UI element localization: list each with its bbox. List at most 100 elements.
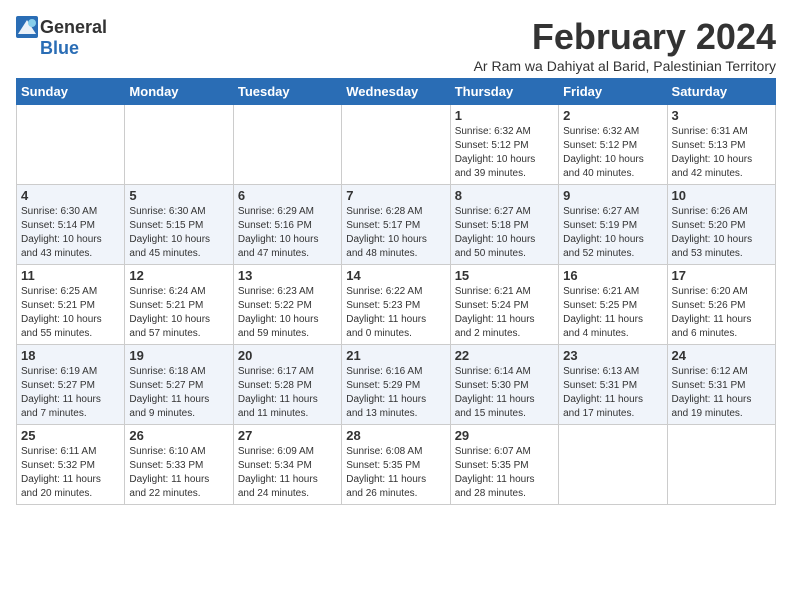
header-sunday: Sunday <box>17 79 125 105</box>
calendar-week-5: 25 Sunrise: 6:11 AMSunset: 5:32 PMDayligh… <box>17 425 776 505</box>
calendar-cell: 24 Sunrise: 6:12 AMSunset: 5:31 PMDayligh… <box>667 345 775 425</box>
day-number: 9 <box>563 188 662 203</box>
day-number: 11 <box>21 268 120 283</box>
day-info: Sunrise: 6:09 AMSunset: 5:34 PMDaylight:… <box>238 445 337 501</box>
calendar-cell: 3Sunrise: 6:31 AMSunset: 5:13 PMDaylight… <box>667 105 775 185</box>
calendar-cell: 17 Sunrise: 6:20 AMSunset: 5:26 PMDayligh… <box>667 265 775 345</box>
calendar-cell: 8 Sunrise: 6:27 AMSunset: 5:18 PMDaylight… <box>450 185 558 265</box>
calendar-cell <box>233 105 341 185</box>
day-number: 3 <box>672 108 771 123</box>
day-number: 10 <box>672 188 771 203</box>
header-monday: Monday <box>125 79 233 105</box>
day-info: Sunrise: 6:27 AMSunset: 5:18 PMDaylight:… <box>455 205 554 261</box>
calendar: SundayMondayTuesdayWednesdayThursdayFrid… <box>16 78 776 505</box>
day-number: 19 <box>129 348 228 363</box>
day-info: Sunrise: 6:29 AMSunset: 5:16 PMDaylight:… <box>238 205 337 261</box>
day-info: Sunrise: 6:11 AMSunset: 5:32 PMDaylight:… <box>21 445 120 501</box>
calendar-week-3: 11Sunrise: 6:25 AMSunset: 5:21 PMDayligh… <box>17 265 776 345</box>
day-number: 17 <box>672 268 771 283</box>
day-number: 16 <box>563 268 662 283</box>
day-number: 27 <box>238 428 337 443</box>
day-number: 12 <box>129 268 228 283</box>
calendar-cell: 9 Sunrise: 6:27 AMSunset: 5:19 PMDaylight… <box>559 185 667 265</box>
calendar-cell: 27 Sunrise: 6:09 AMSunset: 5:34 PMDayligh… <box>233 425 341 505</box>
day-info: Sunrise: 6:08 AMSunset: 5:35 PMDaylight:… <box>346 445 445 501</box>
day-number: 24 <box>672 348 771 363</box>
calendar-cell: 2Sunrise: 6:32 AMSunset: 5:12 PMDaylight… <box>559 105 667 185</box>
day-number: 22 <box>455 348 554 363</box>
calendar-cell: 28 Sunrise: 6:08 AMSunset: 5:35 PMDayligh… <box>342 425 450 505</box>
calendar-cell: 4Sunrise: 6:30 AMSunset: 5:14 PMDaylight… <box>17 185 125 265</box>
day-info: Sunrise: 6:30 AMSunset: 5:15 PMDaylight:… <box>129 205 228 261</box>
header-thursday: Thursday <box>450 79 558 105</box>
day-number: 13 <box>238 268 337 283</box>
calendar-cell <box>125 105 233 185</box>
day-number: 20 <box>238 348 337 363</box>
month-title: February 2024 <box>474 16 776 58</box>
day-info: Sunrise: 6:13 AMSunset: 5:31 PMDaylight:… <box>563 365 662 421</box>
calendar-cell: 11Sunrise: 6:25 AMSunset: 5:21 PMDayligh… <box>17 265 125 345</box>
day-number: 25 <box>21 428 120 443</box>
logo-general: General <box>40 17 107 38</box>
day-number: 15 <box>455 268 554 283</box>
day-info: Sunrise: 6:28 AMSunset: 5:17 PMDaylight:… <box>346 205 445 261</box>
day-info: Sunrise: 6:10 AMSunset: 5:33 PMDaylight:… <box>129 445 228 501</box>
day-info: Sunrise: 6:27 AMSunset: 5:19 PMDaylight:… <box>563 205 662 261</box>
calendar-cell: 16Sunrise: 6:21 AMSunset: 5:25 PMDayligh… <box>559 265 667 345</box>
day-number: 8 <box>455 188 554 203</box>
calendar-week-2: 4Sunrise: 6:30 AMSunset: 5:14 PMDaylight… <box>17 185 776 265</box>
day-number: 14 <box>346 268 445 283</box>
day-number: 2 <box>563 108 662 123</box>
day-number: 21 <box>346 348 445 363</box>
day-info: Sunrise: 6:14 AMSunset: 5:30 PMDaylight:… <box>455 365 554 421</box>
calendar-cell: 19 Sunrise: 6:18 AMSunset: 5:27 PMDayligh… <box>125 345 233 425</box>
header-saturday: Saturday <box>667 79 775 105</box>
calendar-header-row: SundayMondayTuesdayWednesdayThursdayFrid… <box>17 79 776 105</box>
day-info: Sunrise: 6:21 AMSunset: 5:24 PMDaylight:… <box>455 285 554 341</box>
calendar-cell: 29 Sunrise: 6:07 AMSunset: 5:35 PMDayligh… <box>450 425 558 505</box>
day-info: Sunrise: 6:24 AMSunset: 5:21 PMDaylight:… <box>129 285 228 341</box>
subtitle: Ar Ram wa Dahiyat al Barid, Palestinian … <box>474 58 776 74</box>
day-number: 29 <box>455 428 554 443</box>
calendar-cell: 14Sunrise: 6:22 AMSunset: 5:23 PMDayligh… <box>342 265 450 345</box>
day-info: Sunrise: 6:16 AMSunset: 5:29 PMDaylight:… <box>346 365 445 421</box>
logo-icon <box>16 16 38 38</box>
title-section: February 2024 Ar Ram wa Dahiyat al Barid… <box>474 16 776 74</box>
header-tuesday: Tuesday <box>233 79 341 105</box>
day-info: Sunrise: 6:17 AMSunset: 5:28 PMDaylight:… <box>238 365 337 421</box>
calendar-cell: 15 Sunrise: 6:21 AMSunset: 5:24 PMDayligh… <box>450 265 558 345</box>
day-info: Sunrise: 6:12 AMSunset: 5:31 PMDaylight:… <box>672 365 771 421</box>
day-number: 1 <box>455 108 554 123</box>
day-number: 26 <box>129 428 228 443</box>
calendar-cell: 26 Sunrise: 6:10 AMSunset: 5:33 PMDayligh… <box>125 425 233 505</box>
calendar-cell: 21 Sunrise: 6:16 AMSunset: 5:29 PMDayligh… <box>342 345 450 425</box>
day-info: Sunrise: 6:07 AMSunset: 5:35 PMDaylight:… <box>455 445 554 501</box>
day-number: 4 <box>21 188 120 203</box>
calendar-cell <box>17 105 125 185</box>
day-number: 5 <box>129 188 228 203</box>
day-info: Sunrise: 6:19 AMSunset: 5:27 PMDaylight:… <box>21 365 120 421</box>
calendar-cell <box>667 425 775 505</box>
calendar-cell: 23Sunrise: 6:13 AMSunset: 5:31 PMDayligh… <box>559 345 667 425</box>
day-info: Sunrise: 6:32 AMSunset: 5:12 PMDaylight:… <box>455 125 554 181</box>
day-number: 28 <box>346 428 445 443</box>
day-number: 6 <box>238 188 337 203</box>
calendar-cell: 10 Sunrise: 6:26 AMSunset: 5:20 PMDayligh… <box>667 185 775 265</box>
day-number: 18 <box>21 348 120 363</box>
logo-blue: Blue <box>40 38 79 59</box>
calendar-cell: 6 Sunrise: 6:29 AMSunset: 5:16 PMDaylight… <box>233 185 341 265</box>
calendar-cell: 5 Sunrise: 6:30 AMSunset: 5:15 PMDaylight… <box>125 185 233 265</box>
calendar-cell <box>559 425 667 505</box>
calendar-cell: 7 Sunrise: 6:28 AMSunset: 5:17 PMDaylight… <box>342 185 450 265</box>
day-info: Sunrise: 6:26 AMSunset: 5:20 PMDaylight:… <box>672 205 771 261</box>
calendar-cell: 18 Sunrise: 6:19 AMSunset: 5:27 PMDayligh… <box>17 345 125 425</box>
calendar-cell <box>342 105 450 185</box>
day-info: Sunrise: 6:23 AMSunset: 5:22 PMDaylight:… <box>238 285 337 341</box>
calendar-week-4: 18 Sunrise: 6:19 AMSunset: 5:27 PMDayligh… <box>17 345 776 425</box>
calendar-cell: 1 Sunrise: 6:32 AMSunset: 5:12 PMDaylight… <box>450 105 558 185</box>
logo: General Blue <box>16 16 107 59</box>
calendar-cell: 20 Sunrise: 6:17 AMSunset: 5:28 PMDayligh… <box>233 345 341 425</box>
day-info: Sunrise: 6:18 AMSunset: 5:27 PMDaylight:… <box>129 365 228 421</box>
day-info: Sunrise: 6:20 AMSunset: 5:26 PMDaylight:… <box>672 285 771 341</box>
day-number: 7 <box>346 188 445 203</box>
